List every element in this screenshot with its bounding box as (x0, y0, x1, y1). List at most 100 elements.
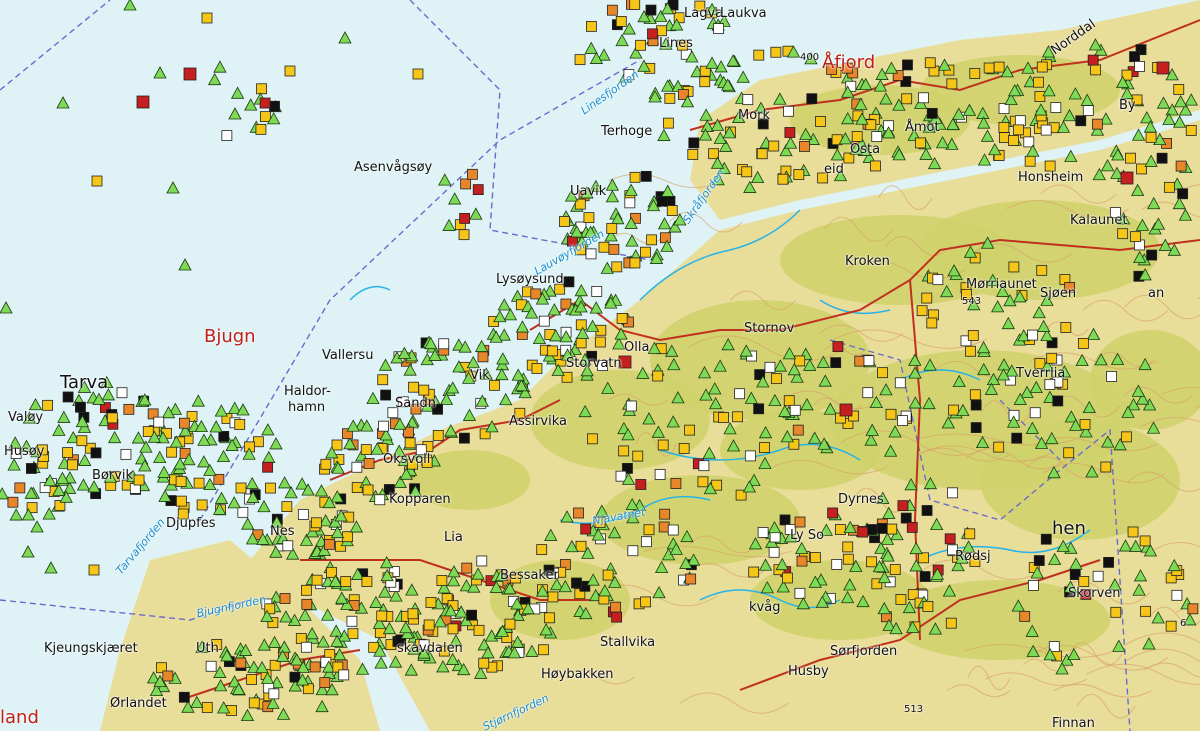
map-symbol-square (536, 544, 548, 556)
place-label-orlandet: Ørlandet (110, 696, 167, 711)
map-symbol-square (659, 232, 671, 244)
map-symbol-square (922, 601, 934, 612)
map-symbol-square (970, 422, 982, 433)
map-symbol-square (897, 500, 909, 512)
map-symbol-square (718, 412, 729, 423)
map-symbol-square (902, 59, 913, 71)
map-symbol-square (583, 212, 595, 224)
map-symbol-square (947, 487, 958, 499)
map-symbol-square (969, 68, 981, 79)
map-symbol-square (783, 395, 795, 407)
map-view[interactable]: Lines Terhoge Asenvågsøy Tarva Valøy Hus… (0, 0, 1200, 731)
map-symbol-square (862, 387, 874, 399)
map-symbol-square (615, 16, 627, 27)
map-symbol-square (835, 524, 846, 535)
map-symbol-square (438, 338, 450, 350)
map-symbol-square (205, 660, 217, 672)
map-symbol-square (1034, 91, 1046, 102)
place-label-valoy: Valøy (8, 410, 44, 425)
map-symbol-square (166, 446, 178, 458)
map-symbol-square (744, 450, 756, 462)
map-symbol-square (770, 46, 782, 58)
map-symbol-square (88, 564, 100, 576)
map-symbol-square (629, 257, 641, 269)
map-symbol-square (458, 229, 470, 241)
map-symbol-square (640, 246, 651, 258)
map-symbol-square (857, 526, 869, 538)
map-symbol-square (629, 0, 641, 10)
map-symbol-square (656, 25, 667, 37)
map-symbol-square (900, 512, 912, 524)
map-symbol-square (265, 482, 276, 494)
map-symbol-square (932, 274, 944, 286)
map-symbol-square (351, 461, 363, 473)
map-symbol-square (921, 505, 933, 516)
map-symbol-square (983, 62, 995, 74)
map-symbol-square (123, 403, 135, 415)
place-label-husoy: Husøy (4, 444, 45, 459)
map-symbol-square (1040, 533, 1052, 545)
map-symbol-square (640, 596, 651, 608)
map-symbol-square (585, 248, 597, 260)
map-symbol-square (832, 341, 844, 353)
map-symbol-square (447, 623, 459, 635)
map-symbol-square (793, 169, 805, 180)
map-symbol-square (894, 377, 906, 389)
map-symbol-square (901, 93, 913, 105)
map-symbol-square (347, 628, 359, 640)
place-label-tverrlia: Tverrlia (1016, 366, 1066, 381)
map-symbol-square (794, 516, 806, 528)
map-symbol-square (877, 367, 888, 379)
map-symbol-square (866, 556, 877, 568)
map-symbol-square (1134, 61, 1145, 72)
map-symbol-square (886, 523, 898, 535)
map-symbol-square (1177, 188, 1189, 200)
place-label-storvatn: Storvatn (566, 356, 622, 371)
map-symbol-square (915, 137, 926, 149)
place-label-vallersund: Vallersu (322, 348, 374, 363)
map-symbol-square (284, 65, 296, 77)
map-symbol-square (376, 610, 388, 622)
map-symbol-square (301, 598, 313, 610)
place-label-assirvika: Assirvika (509, 414, 567, 429)
map-symbol-square (235, 482, 247, 494)
place-label-haldorhamn-2: hamn (288, 400, 326, 415)
map-symbol-square (1028, 579, 1039, 591)
map-symbol-square (734, 388, 746, 400)
map-symbol-square (1156, 152, 1168, 164)
map-symbol-square (162, 670, 174, 682)
map-symbol-square (640, 170, 652, 182)
place-label-lysoysund: Lysøysund (496, 272, 564, 287)
map-symbol-square (574, 54, 586, 66)
map-symbol-square (461, 562, 473, 574)
map-symbol-square (616, 313, 628, 324)
map-symbol-square (969, 389, 981, 401)
place-label-lyso: Ly So (790, 528, 825, 543)
map-symbol-square (732, 411, 744, 423)
map-symbol-square (1033, 555, 1045, 566)
map-symbol-square (1175, 160, 1187, 172)
map-symbol-square (885, 408, 897, 420)
map-symbol-square (794, 355, 806, 367)
map-symbol-square (1046, 352, 1058, 364)
map-symbol-square (1106, 371, 1118, 382)
map-symbol-square (627, 545, 639, 557)
map-symbol-square (657, 439, 669, 451)
map-symbol-square (662, 117, 674, 129)
map-symbol-square (7, 496, 19, 508)
map-symbol-square (407, 608, 419, 620)
map-symbol-square (25, 463, 37, 474)
place-label-hen: hen (1052, 518, 1086, 539)
place-label-djupfest: Djupfes (166, 516, 216, 531)
place-label-hoybakken: Høybakken (541, 667, 614, 682)
map-symbol-square (779, 514, 791, 526)
elevation-label: 513 (904, 704, 924, 715)
place-label-kopparen: Kopparen (389, 492, 451, 507)
map-symbol-square (625, 400, 637, 412)
place-label-skorven: Skorven (1068, 586, 1121, 601)
place-label-borvik: Børvik (92, 468, 134, 483)
map-symbol-square (1173, 84, 1185, 95)
map-symbol-square (1127, 526, 1139, 538)
map-symbol-square (591, 286, 603, 297)
map-symbol-square (1019, 610, 1031, 622)
